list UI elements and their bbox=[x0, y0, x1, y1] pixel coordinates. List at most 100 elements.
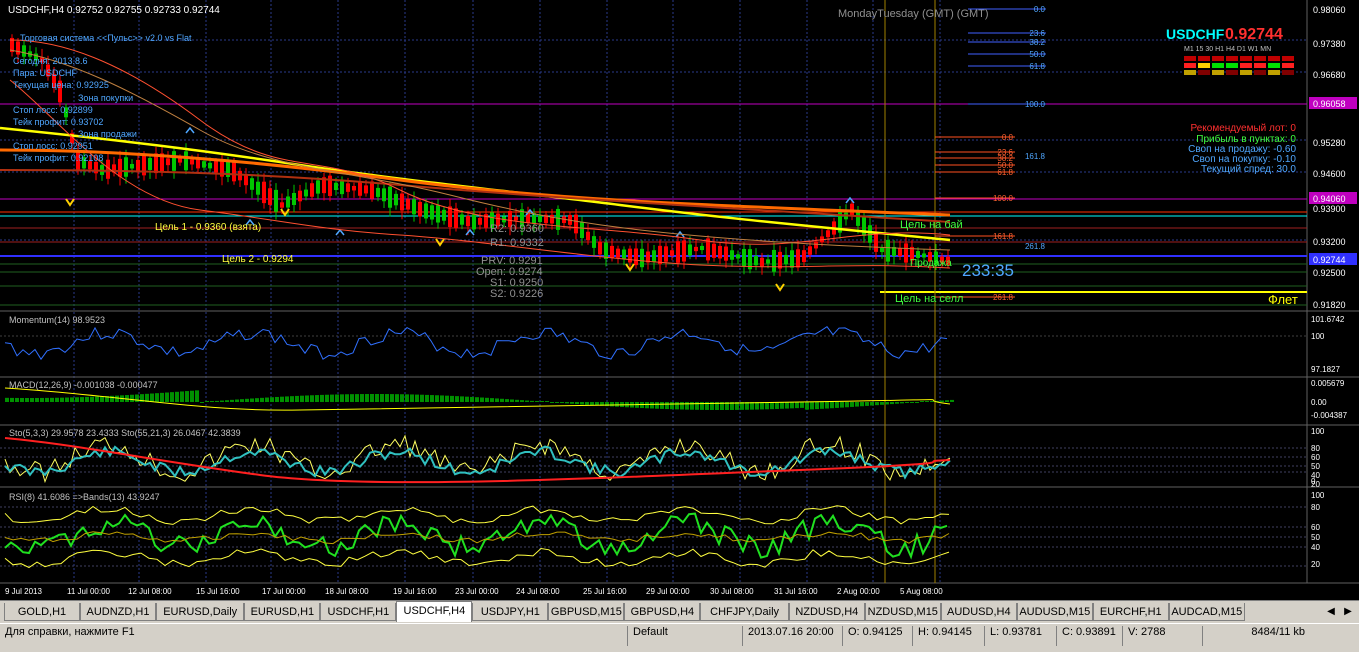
momentum-line bbox=[4, 326, 948, 361]
macd-bar bbox=[680, 402, 684, 410]
macd-bar bbox=[875, 402, 879, 406]
tab-eurusd-daily[interactable]: EURUSD,Daily bbox=[156, 603, 245, 621]
macd-bar bbox=[650, 402, 654, 409]
tab-usdchf-h1[interactable]: USDCHF,H1 bbox=[320, 603, 397, 621]
candle-body bbox=[574, 214, 578, 234]
macd-bar bbox=[250, 398, 254, 402]
candle-body bbox=[904, 243, 908, 263]
candle-body bbox=[772, 249, 776, 272]
macd-bar bbox=[5, 397, 9, 402]
candle-body bbox=[256, 181, 260, 195]
candle-body bbox=[694, 246, 698, 252]
tab-chfjpy-daily[interactable]: CHFJPY,Daily bbox=[700, 603, 789, 621]
candle-body bbox=[676, 241, 680, 263]
macd-bar bbox=[65, 397, 69, 402]
macd-bar bbox=[570, 402, 574, 404]
rsi-scale: 50 bbox=[1311, 533, 1320, 542]
tab-scroll-right-icon[interactable]: ▶ bbox=[1341, 604, 1355, 620]
tab-gbpusd-h4[interactable]: GBPUSD,H4 bbox=[624, 603, 701, 621]
macd-bar bbox=[805, 402, 809, 410]
timeframe-cell bbox=[1240, 56, 1252, 61]
tab-audusd-h4[interactable]: AUDUSD,H4 bbox=[940, 603, 1017, 621]
chart-area[interactable]: USDCHF,H4 0.92752 0.92755 0.92733 0.9274… bbox=[0, 0, 1359, 600]
macd-label: MACD(12,26,9) -0.001038 -0.000477 bbox=[9, 380, 158, 390]
macd-bar bbox=[920, 401, 924, 402]
tab-gbpusd-m15[interactable]: GBPUSD,M15 bbox=[548, 603, 625, 621]
tab-nzdusd-m15[interactable]: NZDUSD,M15 bbox=[864, 603, 941, 621]
candle-body bbox=[304, 189, 308, 197]
time-label: 24 Jul 08:00 bbox=[516, 587, 560, 596]
tab-audnzd-h1[interactable]: AUDNZD,H1 bbox=[80, 603, 156, 621]
candle-body bbox=[592, 236, 596, 248]
tab-scroll-left-icon[interactable]: ◀ bbox=[1324, 604, 1338, 620]
candle-body bbox=[316, 180, 320, 194]
candle-body bbox=[388, 186, 392, 208]
timeframe-cell bbox=[1240, 63, 1252, 68]
candle-body bbox=[808, 246, 812, 255]
candle-body bbox=[460, 214, 464, 225]
macd-bar bbox=[950, 399, 954, 402]
time-label: 11 Jul 00:00 bbox=[67, 587, 111, 596]
time-label: 17 Jul 00:00 bbox=[262, 587, 306, 596]
macd-bar bbox=[585, 402, 589, 405]
candle-body bbox=[598, 241, 602, 255]
macd-bar bbox=[555, 402, 559, 403]
fractal-marker bbox=[465, 228, 475, 236]
fib-lower-label: 161.8 bbox=[993, 232, 1014, 241]
candle-body bbox=[514, 216, 518, 221]
macd-bar bbox=[165, 392, 169, 402]
candle-body bbox=[652, 250, 656, 262]
macd-bar bbox=[860, 402, 864, 407]
macd-bar bbox=[500, 398, 504, 402]
macd-bar bbox=[890, 402, 894, 405]
macd-bar bbox=[85, 396, 89, 402]
macd-bar bbox=[25, 397, 29, 402]
candle-body bbox=[244, 174, 248, 186]
time-label: 5 Aug 08:00 bbox=[900, 587, 943, 596]
fractal-marker bbox=[335, 228, 345, 236]
candle-body bbox=[610, 245, 614, 259]
tab-eurchf-h1[interactable]: EURCHF,H1 bbox=[1092, 603, 1169, 621]
status-close: C: 0.93891 bbox=[1056, 626, 1122, 646]
timeframe-cell bbox=[1254, 56, 1266, 61]
tab-audusd-m15[interactable]: AUDUSD,M15 bbox=[1016, 603, 1093, 621]
chart-tabs: GOLD,H1 AUDNZD,H1 EURUSD,Daily EURUSD,H1 USD… bbox=[0, 600, 1359, 623]
tab-gold-h1[interactable]: GOLD,H1 bbox=[4, 603, 80, 621]
fib-upper-label: 0.0 bbox=[1034, 5, 1046, 14]
macd-bar bbox=[945, 400, 949, 402]
sto-scale: 100 bbox=[1311, 427, 1325, 436]
candle-body bbox=[286, 196, 290, 208]
candle-body bbox=[628, 248, 632, 263]
candle-body bbox=[346, 183, 350, 192]
time-label: 30 Jul 08:00 bbox=[710, 587, 754, 596]
info-stop-loss-2: Стоп лосс: 0.92951 bbox=[13, 141, 93, 151]
tab-usdchf-h4[interactable]: USDCHF,H4 bbox=[396, 601, 473, 622]
macd-bar bbox=[645, 402, 649, 409]
candle-body bbox=[478, 217, 482, 225]
time-label: 18 Jul 08:00 bbox=[325, 587, 369, 596]
tab-audcad-m15[interactable]: AUDCAD,M15 bbox=[1168, 603, 1245, 621]
candle-body bbox=[202, 161, 206, 168]
macd-bar bbox=[50, 397, 54, 402]
candle-body bbox=[190, 159, 194, 165]
macd-bar bbox=[925, 401, 929, 402]
tab-usdjpy-h1[interactable]: USDJPY,H1 bbox=[472, 603, 549, 621]
macd-bar bbox=[795, 402, 799, 409]
macd-bar bbox=[460, 396, 464, 402]
tab-eurusd-h1[interactable]: EURUSD,H1 bbox=[244, 603, 321, 621]
momentum-scale: 101.6742 bbox=[1311, 315, 1345, 324]
macd-bar bbox=[560, 402, 564, 404]
tab-nzdusd-h4[interactable]: NZDUSD,H4 bbox=[788, 603, 865, 621]
timeframe-cell bbox=[1226, 56, 1238, 61]
momentum-scale: 97.1827 bbox=[1311, 365, 1340, 374]
timeframe-matrix bbox=[1184, 56, 1294, 75]
buy-target-label: Цель на бай bbox=[900, 219, 963, 231]
fibonacci-labels: 0.023.638.250.061.8100.00.023.638.250.06… bbox=[993, 5, 1046, 302]
macd-bar bbox=[275, 396, 279, 402]
info-buy-zone: Зона покупки bbox=[78, 93, 133, 103]
macd-bar bbox=[375, 394, 379, 402]
macd-bar bbox=[445, 395, 449, 402]
macd-bar bbox=[470, 396, 474, 402]
candle-body bbox=[364, 185, 368, 194]
time-label: 2 Aug 00:00 bbox=[837, 587, 880, 596]
